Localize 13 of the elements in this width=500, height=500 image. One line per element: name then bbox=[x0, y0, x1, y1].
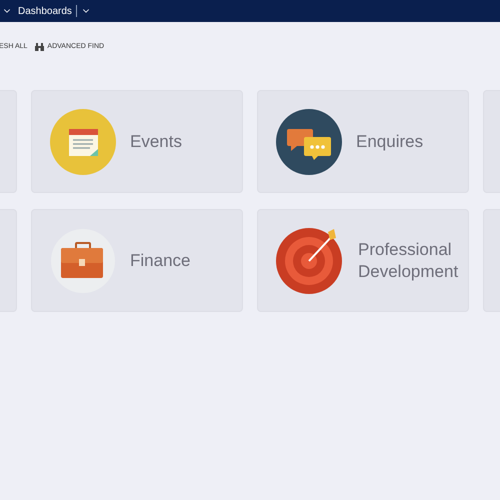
tile-label: Finance bbox=[130, 250, 192, 272]
briefcase-icon bbox=[50, 228, 116, 294]
chat-bubbles-icon bbox=[276, 108, 342, 174]
nav-link[interactable]: Dashboards bbox=[18, 4, 72, 18]
dashboard-tile[interactable]: Professional Development bbox=[257, 209, 469, 312]
tile-label: Enquires bbox=[356, 130, 424, 152]
tile-label: Events bbox=[130, 130, 183, 152]
calendar-icon bbox=[50, 108, 116, 174]
tile-label: Professional Development bbox=[358, 238, 460, 282]
dashboard-tile[interactable]: Finance bbox=[31, 209, 243, 312]
dashboard-tile[interactable]: Enquires bbox=[257, 90, 469, 193]
dashboard-tile[interactable]: Events bbox=[31, 90, 243, 193]
binoculars-icon bbox=[35, 43, 44, 51]
